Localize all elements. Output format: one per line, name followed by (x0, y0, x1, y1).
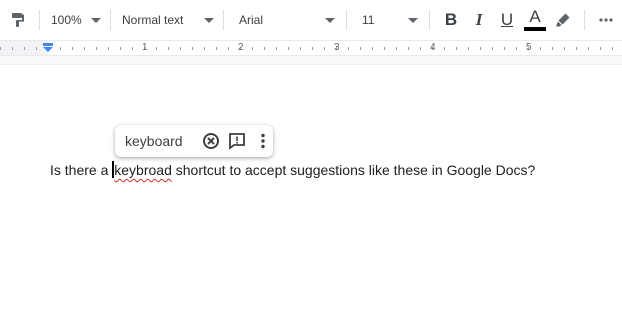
ruler-tick (540, 47, 541, 50)
ruler-tick (348, 47, 349, 50)
highlighter-icon (556, 13, 570, 27)
ruler-tick (264, 47, 265, 50)
ruler[interactable]: 1 2 3 4 5 (0, 40, 622, 56)
font-size-select[interactable]: 11 (354, 6, 422, 34)
indent-marker-icon[interactable] (42, 43, 54, 53)
toolbar-divider (584, 10, 585, 30)
ruler-number: 2 (238, 42, 244, 53)
font-family-select[interactable]: Arial (231, 6, 339, 34)
more-options-icon[interactable] (592, 6, 620, 34)
ruler-tick (168, 47, 169, 50)
paragraph-style-value: Normal text (122, 13, 184, 27)
ruler-number: 5 (526, 42, 532, 53)
ruler-tick (372, 47, 373, 50)
ruler-tick (456, 47, 457, 50)
ruler-tick (60, 47, 61, 50)
ruler-tick (564, 47, 565, 50)
ruler-tick (420, 47, 421, 50)
ruler-tick (180, 47, 181, 50)
dismiss-icon[interactable] (201, 131, 221, 151)
ruler-tick (84, 47, 85, 50)
ruler-tick (228, 47, 229, 50)
ruler-tick (468, 47, 469, 50)
toolbar-divider (429, 10, 430, 30)
ruler-tick (156, 47, 157, 50)
toolbar-divider (346, 10, 347, 30)
ruler-tick (0, 47, 1, 50)
chevron-down-icon (91, 17, 101, 23)
ruler-tick (492, 47, 493, 50)
chevron-down-icon (408, 17, 418, 23)
spelling-suggestion-popup: keyboard (115, 125, 273, 157)
feedback-icon[interactable] (227, 131, 247, 151)
ruler-tick (96, 47, 97, 50)
ruler-number: 4 (430, 42, 436, 53)
ruler-tick (36, 47, 37, 50)
page-top-gap (0, 56, 622, 65)
ruler-tick (108, 47, 109, 50)
ruler-tick (360, 47, 361, 50)
ruler-tick (204, 47, 205, 50)
text-color-swatch (524, 27, 546, 31)
paragraph-style-select[interactable]: Normal text (118, 6, 216, 34)
highlight-color-button[interactable] (549, 6, 577, 34)
ruler-tick (408, 47, 409, 50)
ruler-tick (276, 47, 277, 50)
ruler-tick (312, 47, 313, 50)
paint-format-icon[interactable] (4, 6, 32, 34)
ruler-tick (612, 47, 613, 50)
suggested-word[interactable]: keyboard (125, 133, 195, 149)
document-text[interactable]: Is there a keybroad shortcut to accept s… (50, 161, 535, 178)
bold-button[interactable]: B (437, 6, 465, 34)
underline-button[interactable]: U (493, 6, 521, 34)
ruler-number: 1 (142, 42, 148, 53)
misspelled-word[interactable]: keybroad (114, 162, 172, 178)
ruler-tick (252, 47, 253, 50)
ruler-tick (600, 47, 601, 50)
ruler-tick (120, 47, 121, 50)
ruler-tick (480, 47, 481, 50)
text-color-label: A (529, 7, 541, 26)
toolbar-divider (39, 10, 40, 30)
ruler-tick (12, 47, 13, 50)
toolbar: 100% Normal text Arial 11 B I U A (0, 0, 622, 40)
chevron-down-icon (325, 17, 335, 23)
zoom-value: 100% (51, 13, 82, 27)
ruler-tick (216, 47, 217, 50)
chevron-down-icon (204, 17, 214, 23)
toolbar-divider (110, 10, 111, 30)
toolbar-divider (223, 10, 224, 30)
ruler-tick (300, 47, 301, 50)
ruler-tick (516, 47, 517, 50)
ruler-tick (132, 47, 133, 50)
font-size-value: 11 (362, 13, 375, 27)
font-family-value: Arial (239, 13, 264, 27)
text-before: Is there a (50, 162, 113, 178)
ruler-tick (552, 47, 553, 50)
ruler-tick (384, 47, 385, 50)
ruler-number: 3 (334, 42, 340, 53)
ruler-tick (504, 47, 505, 50)
ruler-tick (192, 47, 193, 50)
ruler-tick (288, 47, 289, 50)
ruler-tick (24, 47, 25, 50)
ruler-tick (396, 47, 397, 50)
ruler-tick (588, 47, 589, 50)
text-color-button[interactable]: A (521, 6, 549, 34)
more-vert-icon[interactable] (253, 131, 273, 151)
ruler-tick (72, 47, 73, 50)
zoom-select[interactable]: 100% (47, 6, 103, 34)
ruler-tick (576, 47, 577, 50)
italic-button[interactable]: I (465, 6, 493, 34)
ruler-tick (324, 47, 325, 50)
text-after: shortcut to accept suggestions like thes… (171, 162, 536, 178)
ruler-tick (444, 47, 445, 50)
